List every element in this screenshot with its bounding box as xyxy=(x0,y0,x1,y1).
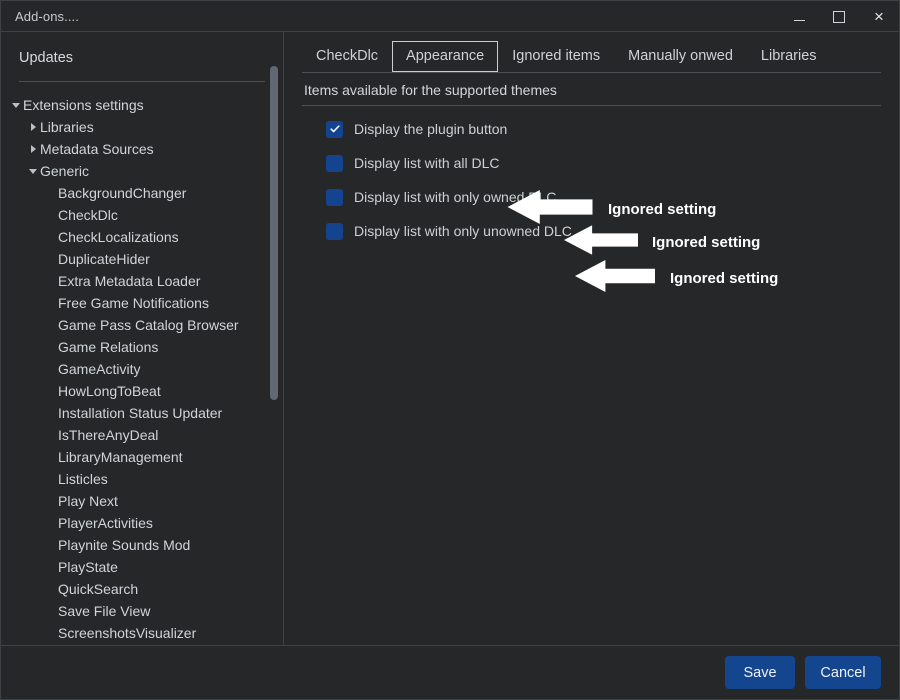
sidebar-item-generic[interactable]: Generic xyxy=(1,160,283,182)
tab-manually-onwed[interactable]: Manually onwed xyxy=(614,41,747,72)
sidebar-item-backgroundchanger[interactable]: BackgroundChanger xyxy=(1,182,283,204)
title-bar: Add-ons.... × xyxy=(1,1,899,32)
checkbox-checked-icon[interactable] xyxy=(326,120,343,138)
sidebar-item-label: IsThereAnyDeal xyxy=(58,427,159,443)
sidebar-item-label: HowLongToBeat xyxy=(58,383,161,399)
checkbox-row[interactable]: Display list with only owned DLC xyxy=(302,180,881,214)
addons-window: Add-ons.... × Updates Extensions setting… xyxy=(0,0,900,700)
sidebar-item-listicles[interactable]: Listicles xyxy=(1,468,283,490)
sidebar-item-metadata-sources[interactable]: Metadata Sources xyxy=(1,138,283,160)
sidebar-tree: Extensions settings Libraries Metadata Sou… xyxy=(1,94,283,644)
checkbox-row[interactable]: Display list with all DLC xyxy=(302,146,881,180)
sidebar-item-duplicatehider[interactable]: DuplicateHider xyxy=(1,248,283,270)
sidebar-item-label: QuickSearch xyxy=(58,581,139,597)
main-panel: CheckDlc Appearance Ignored items Manually … xyxy=(284,32,899,645)
sidebar-item-game-pass-catalog-browser[interactable]: Game Pass Catalog Browser xyxy=(1,314,283,336)
chevron-right-icon xyxy=(26,123,40,131)
sidebar-item-label: BackgroundChanger xyxy=(58,185,187,201)
annotation-callout: Ignored setting xyxy=(574,260,778,297)
sidebar-item-label: CheckLocalizations xyxy=(58,229,179,245)
sidebar-item-playeractivities[interactable]: PlayerActivities xyxy=(1,512,283,534)
sidebar-item-label: Save File View xyxy=(58,603,151,619)
cancel-button[interactable]: Cancel xyxy=(805,656,881,689)
sidebar-item-playstate[interactable]: PlayState xyxy=(1,556,283,578)
chevron-down-icon xyxy=(26,168,40,174)
sidebar-item-label: ScreenshotsVisualizer xyxy=(58,625,197,641)
tab-checkdlc[interactable]: CheckDlc xyxy=(302,41,392,72)
checkbox-list: Display the plugin button Display list wi… xyxy=(302,112,881,248)
sidebar-item-checklocalizations[interactable]: CheckLocalizations xyxy=(1,226,283,248)
close-button[interactable]: × xyxy=(859,1,899,32)
sidebar-item-label: Game Pass Catalog Browser xyxy=(58,317,239,333)
checkbox-unchecked-icon[interactable] xyxy=(326,188,343,206)
sidebar: Updates Extensions settings Libraries Meta… xyxy=(1,32,284,645)
section-divider xyxy=(302,105,881,106)
left-arrow-icon xyxy=(574,260,656,297)
maximize-icon xyxy=(833,10,845,23)
sidebar-item-label: Free Game Notifications xyxy=(58,295,209,311)
sidebar-item-label: PlayState xyxy=(58,559,118,575)
save-button[interactable]: Save xyxy=(725,656,795,689)
window-controls: × xyxy=(779,1,899,32)
annotation-text: Ignored setting xyxy=(670,270,779,287)
sidebar-item-installation-status-updater[interactable]: Installation Status Updater xyxy=(1,402,283,424)
checkbox-label: Display list with only owned DLC xyxy=(354,189,557,205)
sidebar-item-game-relations[interactable]: Game Relations xyxy=(1,336,283,358)
checkbox-unchecked-icon[interactable] xyxy=(326,154,343,172)
checkbox-label: Display the plugin button xyxy=(354,121,508,137)
sidebar-item-label: Generic xyxy=(40,163,90,179)
sidebar-item-label: Extensions settings xyxy=(23,97,144,113)
sidebar-item-label: Playnite Sounds Mod xyxy=(58,537,191,553)
section-title: Items available for the supported themes xyxy=(304,82,557,98)
checkbox-row[interactable]: Display the plugin button xyxy=(302,112,881,146)
sidebar-item-label: Libraries xyxy=(40,119,94,135)
close-icon: × xyxy=(874,7,884,26)
sidebar-item-label: LibraryManagement xyxy=(58,449,183,465)
checkbox-label: Display list with only unowned DLC xyxy=(354,223,572,239)
sidebar-item-label: Extra Metadata Loader xyxy=(58,273,201,289)
sidebar-item-quicksearch[interactable]: QuickSearch xyxy=(1,578,283,600)
chevron-right-icon xyxy=(26,145,40,153)
sidebar-scrollbar-thumb[interactable] xyxy=(270,66,278,400)
sidebar-scrollbar[interactable] xyxy=(270,36,278,645)
tab-libraries[interactable]: Libraries xyxy=(747,41,831,72)
checkbox-row[interactable]: Display list with only unowned DLC xyxy=(302,214,881,248)
sidebar-item-libraries[interactable]: Libraries xyxy=(1,116,283,138)
sidebar-item-label: Metadata Sources xyxy=(40,141,154,157)
sidebar-item-label: Installation Status Updater xyxy=(58,405,223,421)
maximize-button[interactable] xyxy=(819,1,859,32)
sidebar-item-label: Play Next xyxy=(58,493,118,509)
sidebar-item-free-game-notifications[interactable]: Free Game Notifications xyxy=(1,292,283,314)
tab-ignored-items[interactable]: Ignored items xyxy=(498,41,614,72)
sidebar-item-updates[interactable]: Updates xyxy=(1,44,283,72)
window-title: Add-ons.... xyxy=(15,8,79,24)
checkbox-label: Display list with all DLC xyxy=(354,155,500,171)
sidebar-item-label: DuplicateHider xyxy=(58,251,150,267)
sidebar-item-extensions-settings[interactable]: Extensions settings xyxy=(1,94,283,116)
sidebar-item-label: PlayerActivities xyxy=(58,515,153,531)
tab-bar: CheckDlc Appearance Ignored items Manually … xyxy=(302,32,881,72)
sidebar-item-label: Listicles xyxy=(58,471,108,487)
sidebar-item-label: GameActivity xyxy=(58,361,141,377)
sidebar-item-screenshotsvisualizer[interactable]: ScreenshotsVisualizer xyxy=(1,622,283,644)
sidebar-item-play-next[interactable]: Play Next xyxy=(1,490,283,512)
sidebar-item-checkdlc[interactable]: CheckDlc xyxy=(1,204,283,226)
checkbox-unchecked-icon[interactable] xyxy=(326,222,343,240)
minimize-icon xyxy=(793,19,805,22)
sidebar-item-label: CheckDlc xyxy=(58,207,118,223)
sidebar-item-label: Game Relations xyxy=(58,339,159,355)
sidebar-divider xyxy=(19,81,265,82)
sidebar-item-isthereanydeal[interactable]: IsThereAnyDeal xyxy=(1,424,283,446)
sidebar-item-howlongtobeat[interactable]: HowLongToBeat xyxy=(1,380,283,402)
chevron-down-icon xyxy=(9,102,23,108)
sidebar-item-playnite-sounds-mod[interactable]: Playnite Sounds Mod xyxy=(1,534,283,556)
sidebar-item-gameactivity[interactable]: GameActivity xyxy=(1,358,283,380)
window-body: Updates Extensions settings Libraries Meta… xyxy=(1,32,899,645)
sidebar-item-librarymanagement[interactable]: LibraryManagement xyxy=(1,446,283,468)
tab-appearance[interactable]: Appearance xyxy=(392,41,499,72)
sidebar-item-save-file-view[interactable]: Save File View xyxy=(1,600,283,622)
sidebar-item-extra-metadata-loader[interactable]: Extra Metadata Loader xyxy=(1,270,283,292)
minimize-button[interactable] xyxy=(779,1,819,32)
footer-bar: Save Cancel xyxy=(1,645,899,699)
